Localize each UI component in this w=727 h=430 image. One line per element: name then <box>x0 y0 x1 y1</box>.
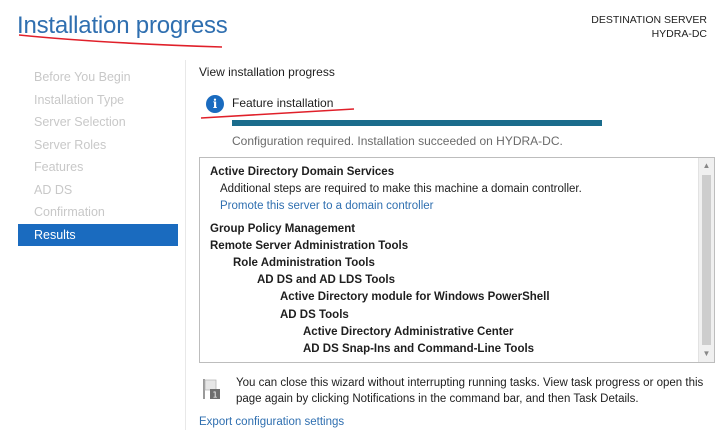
nav-item-server-roles[interactable]: Server Roles <box>18 134 178 157</box>
destination-label: DESTINATION SERVER <box>591 14 707 26</box>
nav-item-server-selection[interactable]: Server Selection <box>18 111 178 134</box>
export-config-link[interactable]: Export configuration settings <box>199 416 344 428</box>
result-adds-tools: AD DS Tools <box>280 308 349 321</box>
section-label: View installation progress <box>199 65 335 79</box>
chevron-up-icon[interactable]: ▲ <box>699 158 714 174</box>
progress-fill <box>232 120 602 126</box>
result-rsat: Remote Server Administration Tools <box>210 239 409 252</box>
results-scrollbar[interactable]: ▲ ▼ <box>698 158 714 362</box>
installation-status: Configuration required. Installation suc… <box>232 134 563 148</box>
result-adds-title: Active Directory Domain Services <box>210 166 395 178</box>
wizard-close-note: You can close this wizard without interr… <box>236 377 704 405</box>
promote-dc-link[interactable]: Promote this server to a domain controll… <box>210 198 698 215</box>
result-adds-lds-tools: AD DS and AD LDS Tools <box>257 274 395 287</box>
flag-icon: 1 <box>203 379 220 400</box>
scroll-thumb[interactable] <box>702 175 711 345</box>
chevron-down-icon[interactable]: ▼ <box>699 346 714 362</box>
nav-item-before-you-begin[interactable]: Before You Begin <box>18 66 178 89</box>
destination-server-name: HYDRA-DC <box>651 28 707 40</box>
result-gpm: Group Policy Management <box>210 222 356 235</box>
result-role-admin-tools: Role Administration Tools <box>233 256 375 269</box>
wizard-steps-nav: Before You Begin Installation Type Serve… <box>18 66 178 246</box>
results-content: Active Directory Domain Services Additio… <box>200 158 698 362</box>
feature-annotation-underline <box>200 108 355 119</box>
title-annotation-underline <box>18 34 223 48</box>
nav-divider <box>185 60 186 430</box>
svg-text:1: 1 <box>212 391 217 400</box>
nav-item-installation-type[interactable]: Installation Type <box>18 89 178 112</box>
results-list: Active Directory Domain Services Additio… <box>199 157 715 363</box>
nav-item-ad-ds[interactable]: AD DS <box>18 179 178 202</box>
nav-item-results[interactable]: Results <box>18 223 178 246</box>
result-admin-center: Active Directory Administrative Center <box>303 325 514 338</box>
nav-item-features[interactable]: Features <box>18 156 178 179</box>
installation-progress-bar <box>232 120 602 126</box>
destination-server: DESTINATION SERVER HYDRA-DC <box>591 13 707 41</box>
result-snapins: AD DS Snap-Ins and Command-Line Tools <box>303 342 535 355</box>
result-adds-note: Additional steps are required to make th… <box>220 183 582 196</box>
result-ps-module: Active Directory module for Windows Powe… <box>280 291 550 304</box>
nav-item-confirmation[interactable]: Confirmation <box>18 201 178 224</box>
